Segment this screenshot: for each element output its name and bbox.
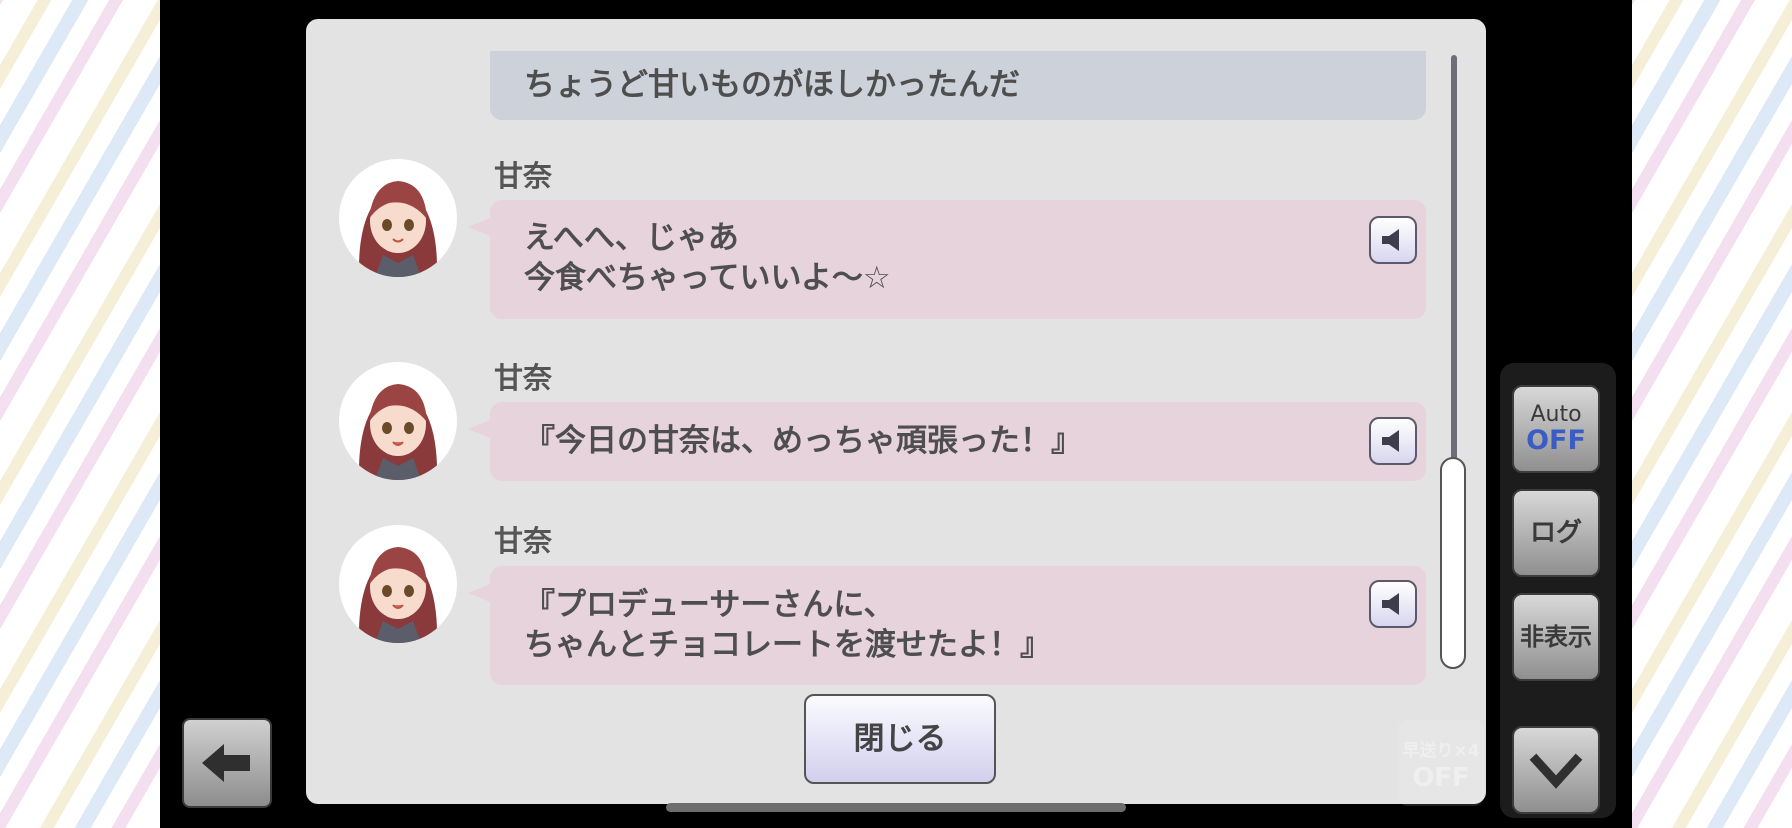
- log-line: ちゃんとチョコレートを渡せたよ！』: [524, 627, 1051, 663]
- collapse-menu-button[interactable]: [1512, 726, 1600, 814]
- fast-forward-button[interactable]: 早送り×4 OFF: [1398, 720, 1484, 806]
- log-button[interactable]: ログ: [1512, 489, 1600, 577]
- log-bubble: えへへ、じゃあ 今食べちゃっていいよ～☆: [468, 200, 1426, 319]
- speaker-name: 甘奈: [494, 524, 553, 558]
- speaker-icon: [1382, 229, 1399, 251]
- speaker-name: 甘奈: [494, 361, 553, 395]
- background-stripes-right: [1632, 0, 1792, 828]
- background-stripes-left: [0, 0, 160, 828]
- close-button[interactable]: 閉じる: [804, 694, 996, 784]
- auto-label: Auto: [1530, 402, 1582, 427]
- log-line: 今食べちゃっていいよ～☆: [524, 260, 891, 296]
- chevron-down-icon: [1529, 753, 1583, 789]
- log-line: ちょうど甘いものがほしかったんだ: [524, 67, 1020, 103]
- auto-state: OFF: [1526, 425, 1586, 456]
- log-dialog: ちょうど甘いものがほしかったんだ 甘奈 えへへ、じゃあ 今食べちゃっていいよ～☆: [306, 19, 1486, 804]
- log-bubble: 『今日の甘奈は、めっちゃ頑張った！』: [468, 402, 1426, 481]
- speaker-icon: [1382, 430, 1399, 452]
- voice-replay-button[interactable]: [1369, 216, 1417, 264]
- back-button[interactable]: [182, 718, 272, 808]
- log-list[interactable]: ちょうど甘いものがほしかったんだ 甘奈 えへへ、じゃあ 今食べちゃっていいよ～☆: [306, 51, 1486, 689]
- log-line: 『今日の甘奈は、めっちゃ頑張った！』: [524, 423, 1082, 459]
- fast-forward-state: OFF: [1412, 763, 1470, 793]
- avatar: [339, 525, 457, 643]
- side-control-panel: Auto OFF ログ 非表示: [1500, 363, 1616, 818]
- log-line: 『プロデューサーさんに、: [524, 587, 895, 623]
- voice-replay-button[interactable]: [1369, 580, 1417, 628]
- log-line: えへへ、じゃあ: [524, 220, 739, 256]
- hide-ui-button[interactable]: 非表示: [1512, 593, 1600, 681]
- log-scrollbar[interactable]: [1440, 55, 1468, 673]
- auto-toggle-button[interactable]: Auto OFF: [1512, 385, 1600, 473]
- home-indicator[interactable]: [666, 803, 1126, 812]
- scrollbar-thumb[interactable]: [1440, 457, 1466, 669]
- avatar: [339, 362, 457, 480]
- voice-replay-button[interactable]: [1369, 417, 1417, 465]
- speaker-icon: [1382, 593, 1399, 615]
- fast-forward-label: 早送り×4: [1402, 741, 1480, 761]
- speaker-name: 甘奈: [494, 159, 553, 193]
- back-arrow-icon: [202, 744, 250, 782]
- log-bubble: 『プロデューサーさんに、 ちゃんとチョコレートを渡せたよ！』: [468, 566, 1426, 685]
- log-bubble-previous: ちょうど甘いものがほしかったんだ: [490, 51, 1426, 120]
- avatar: [339, 159, 457, 277]
